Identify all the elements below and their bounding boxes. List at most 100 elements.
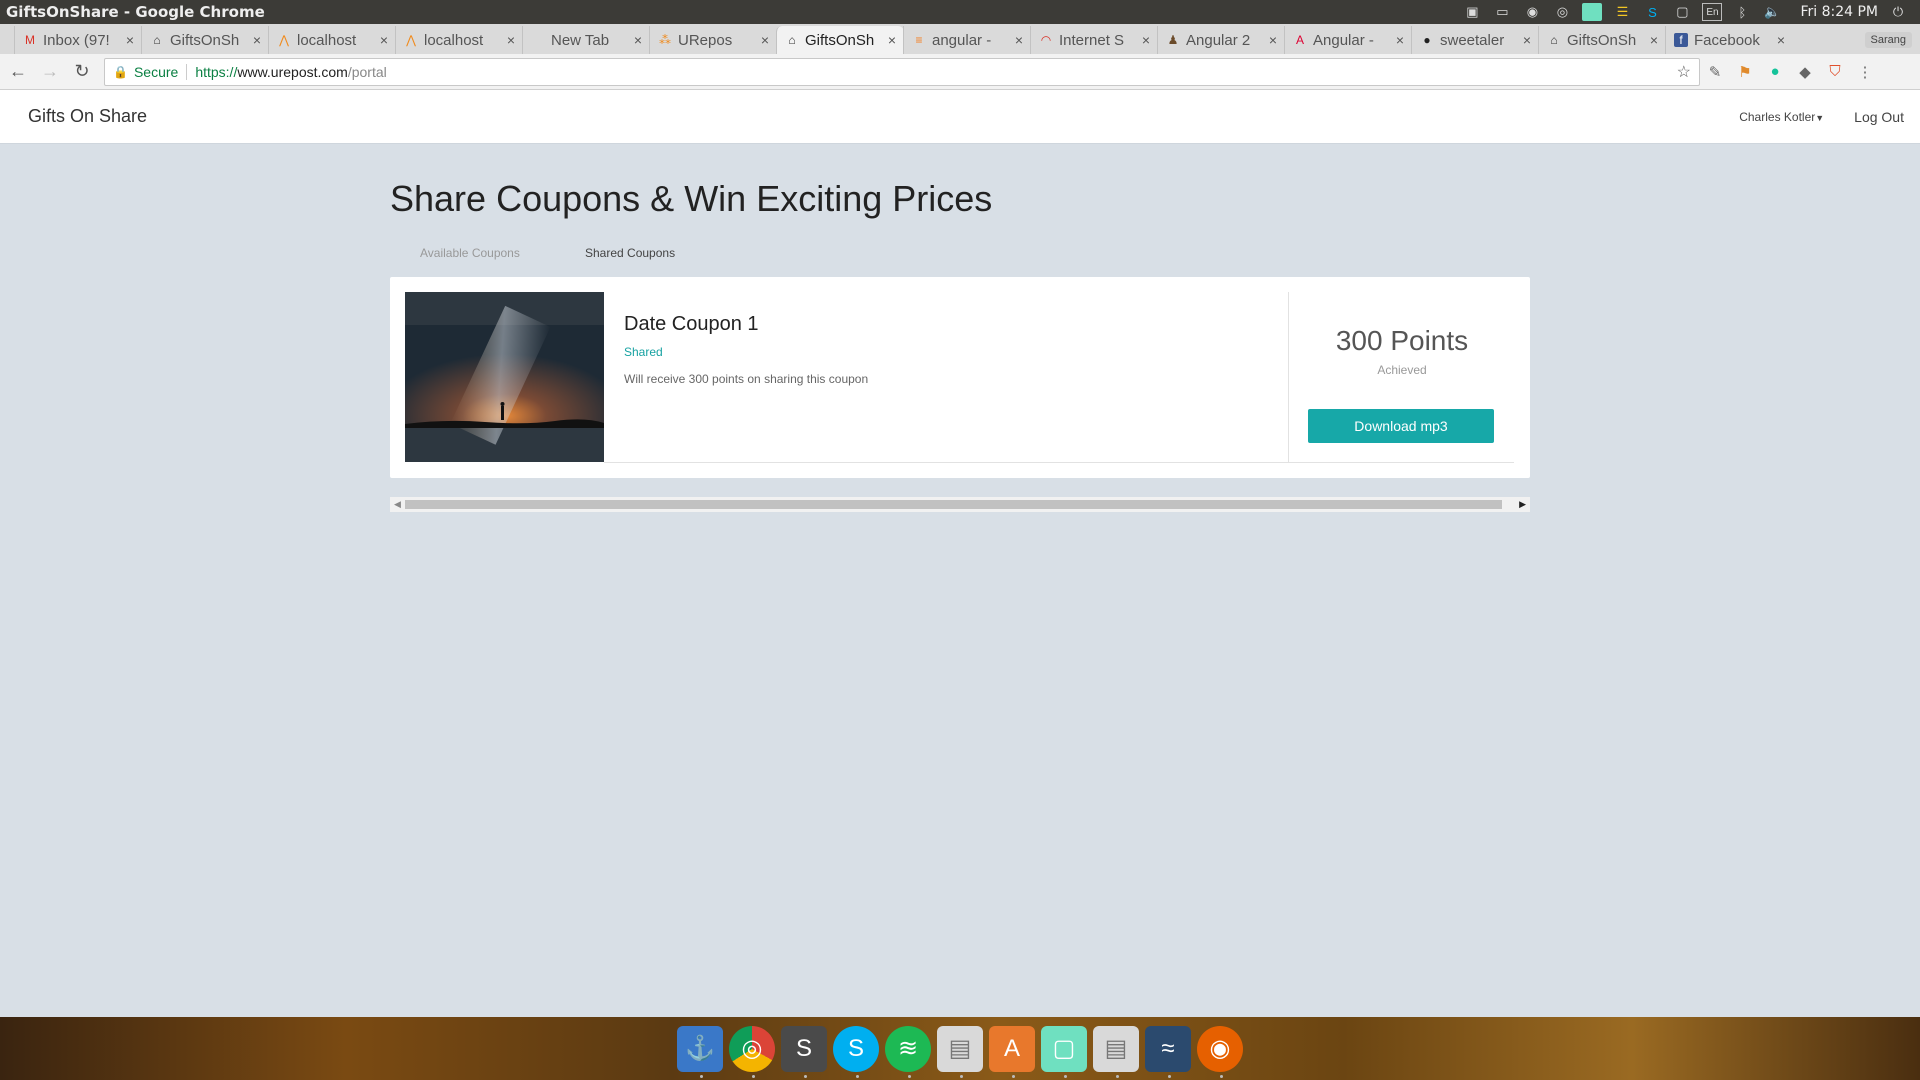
running-indicator (908, 1074, 911, 1078)
software-center-icon[interactable]: A (989, 1025, 1035, 1078)
tab-title: GiftsOnSh (1567, 31, 1637, 49)
lock-icon: 🔒 (113, 64, 128, 79)
user-menu[interactable]: Charles Kotler▼ (1739, 110, 1824, 124)
volume-icon[interactable]: 🔈 (1762, 3, 1782, 21)
browser-tab[interactable]: New Tab × (522, 26, 650, 54)
tab-close-icon[interactable]: × (1650, 32, 1658, 48)
tab-shared-coupons[interactable]: Shared Coupons (585, 246, 750, 260)
person-icon: ♟ (1167, 33, 1179, 47)
monitor-icon[interactable]: ▣ (1462, 3, 1482, 21)
tab-title: sweetaler (1440, 31, 1505, 49)
coupon-tabs: Available Coupons Shared Coupons (420, 246, 750, 260)
speedtest-icon: ◠ (1040, 33, 1052, 47)
reload-icon[interactable]: ↻ (68, 58, 96, 86)
browser-tab[interactable]: M Inbox (97! × (14, 26, 142, 54)
note-app-icon[interactable]: ▢ (1041, 1025, 1087, 1078)
sublime-text-icon[interactable]: S (781, 1025, 827, 1078)
grammarly-extension-icon[interactable]: ● (1760, 58, 1790, 86)
logout-link[interactable]: Log Out (1854, 109, 1904, 125)
tab-title: New Tab (551, 31, 610, 49)
file-cabinet-icon[interactable]: ▤ (1093, 1025, 1139, 1078)
running-indicator (1116, 1074, 1119, 1078)
browser-tab[interactable]: ⌂ GiftsOnSh × (776, 26, 904, 54)
url-path: /portal (347, 63, 387, 80)
bookmark-star-icon[interactable]: ☆ (1677, 62, 1691, 82)
tab-title: Internet S (1059, 31, 1125, 49)
url-scheme: https:// (195, 63, 238, 80)
skype-icon[interactable]: S (833, 1025, 879, 1078)
browser-tab[interactable]: ⋀ localhost × (268, 26, 396, 54)
download-mp3-button[interactable]: Download mp3 (1308, 409, 1494, 443)
profile-button[interactable]: Sarang (1864, 32, 1912, 48)
window-title: GiftsOnShare - Google Chrome (6, 3, 265, 21)
tab-close-icon[interactable]: × (1523, 32, 1531, 48)
scroll-right-icon[interactable]: ▶ (1519, 499, 1526, 510)
running-indicator (1168, 1074, 1171, 1078)
nodejs-icon[interactable]: ◉ (1522, 3, 1542, 21)
browser-tab[interactable]: ● sweetaler × (1411, 26, 1539, 54)
scrollbar-thumb[interactable] (405, 500, 1502, 509)
skype-icon[interactable]: S (1642, 3, 1662, 21)
anchor-icon[interactable]: ⚓ (677, 1025, 723, 1078)
tab-close-icon[interactable]: × (1015, 32, 1023, 48)
browser-tab[interactable]: ⋀ localhost × (395, 26, 523, 54)
stickies-icon[interactable]: ☰ (1612, 3, 1632, 21)
mysql-workbench-icon[interactable]: ≈ (1145, 1025, 1191, 1078)
dock: ⚓ ◎ S S ≋ ▤ A ▢ ▤ ≈ ◉ (0, 1017, 1920, 1080)
square-icon[interactable]: ▢ (1672, 3, 1692, 21)
gift-icon: ⌂ (788, 33, 796, 47)
address-bar[interactable]: 🔒 Secure https:// www.urepost.com /porta… (104, 57, 1700, 86)
eyedropper-extension-icon[interactable]: ✎ (1700, 58, 1730, 86)
page-title: Share Coupons & Win Exciting Prices (390, 178, 993, 219)
card-bottom-rule (604, 462, 1514, 463)
tab-close-icon[interactable]: × (126, 32, 134, 48)
evernote-extension-icon[interactable]: ◆ (1790, 58, 1820, 86)
scroll-left-icon[interactable]: ◀ (394, 499, 401, 510)
flag-extension-icon[interactable]: ⚑ (1730, 58, 1760, 86)
tab-close-icon[interactable]: × (1396, 32, 1404, 48)
new-tab-button[interactable] (1792, 26, 1832, 54)
chrome-icon[interactable]: ◎ (1552, 3, 1572, 21)
power-icon[interactable]: ⏻ (1888, 3, 1908, 21)
browser-tab[interactable]: ♟ Angular 2 × (1157, 26, 1285, 54)
tab-close-icon[interactable]: × (253, 32, 261, 48)
clock[interactable]: Fri 8:24 PM (1800, 4, 1878, 20)
browser-tab[interactable]: ⌂ GiftsOnSh × (1538, 26, 1666, 54)
firefox-icon[interactable]: ◉ (1197, 1025, 1243, 1078)
browser-tab[interactable]: A Angular - × (1284, 26, 1412, 54)
browser-tab[interactable]: ≡ angular - × (903, 26, 1031, 54)
tab-close-icon[interactable]: × (761, 32, 769, 48)
keyboard-layout-icon[interactable]: En (1702, 3, 1723, 21)
tab-close-icon[interactable]: × (1777, 32, 1785, 48)
tab-close-icon[interactable]: × (634, 32, 642, 48)
tab-close-icon[interactable]: × (888, 32, 896, 48)
chrome-menu-icon[interactable]: ⋮ (1850, 58, 1880, 86)
browser-tab-strip: M Inbox (97! × ⌂ GiftsOnSh × ⋀ localhost × ⋀ local… (0, 24, 1920, 54)
browser-tab[interactable]: ⁂ URepos × (649, 26, 777, 54)
tab-close-icon[interactable]: × (507, 32, 515, 48)
tab-close-icon[interactable]: × (380, 32, 388, 48)
bluetooth-icon[interactable]: ᛒ (1732, 3, 1752, 21)
brave-shield-extension-icon[interactable]: ⛉ (1820, 58, 1850, 86)
tab-available-coupons[interactable]: Available Coupons (420, 246, 585, 260)
file-cabinet-icon[interactable]: ▤ (937, 1025, 983, 1078)
tray-window-icon[interactable]: ▭ (1492, 3, 1512, 21)
url-host: www.urepost.com (237, 63, 348, 80)
browser-tab[interactable]: f Facebook × (1665, 26, 1793, 54)
brand-logo[interactable]: Gifts On Share (28, 106, 147, 127)
spotify-icon[interactable]: ≋ (885, 1025, 931, 1078)
back-arrow-icon[interactable]: ← (4, 58, 32, 86)
note-icon[interactable] (1582, 3, 1603, 21)
browser-tab[interactable]: ⌂ GiftsOnSh × (141, 26, 269, 54)
browser-toolbar: ← → ↻ 🔒 Secure https:// www.urepost.com … (0, 54, 1920, 90)
browser-tab[interactable]: ◠ Internet S × (1030, 26, 1158, 54)
chrome-icon[interactable]: ◎ (729, 1025, 775, 1078)
tab-close-icon[interactable]: × (1269, 32, 1277, 48)
tab-title: localhost (297, 31, 357, 49)
horizontal-scrollbar[interactable]: ◀ ▶ (390, 497, 1530, 512)
forward-arrow-icon[interactable]: → (36, 58, 64, 86)
tab-title: Facebook (1694, 31, 1760, 49)
running-indicator (700, 1074, 703, 1078)
tab-close-icon[interactable]: × (1142, 32, 1150, 48)
gift-icon: ⌂ (1550, 33, 1558, 47)
